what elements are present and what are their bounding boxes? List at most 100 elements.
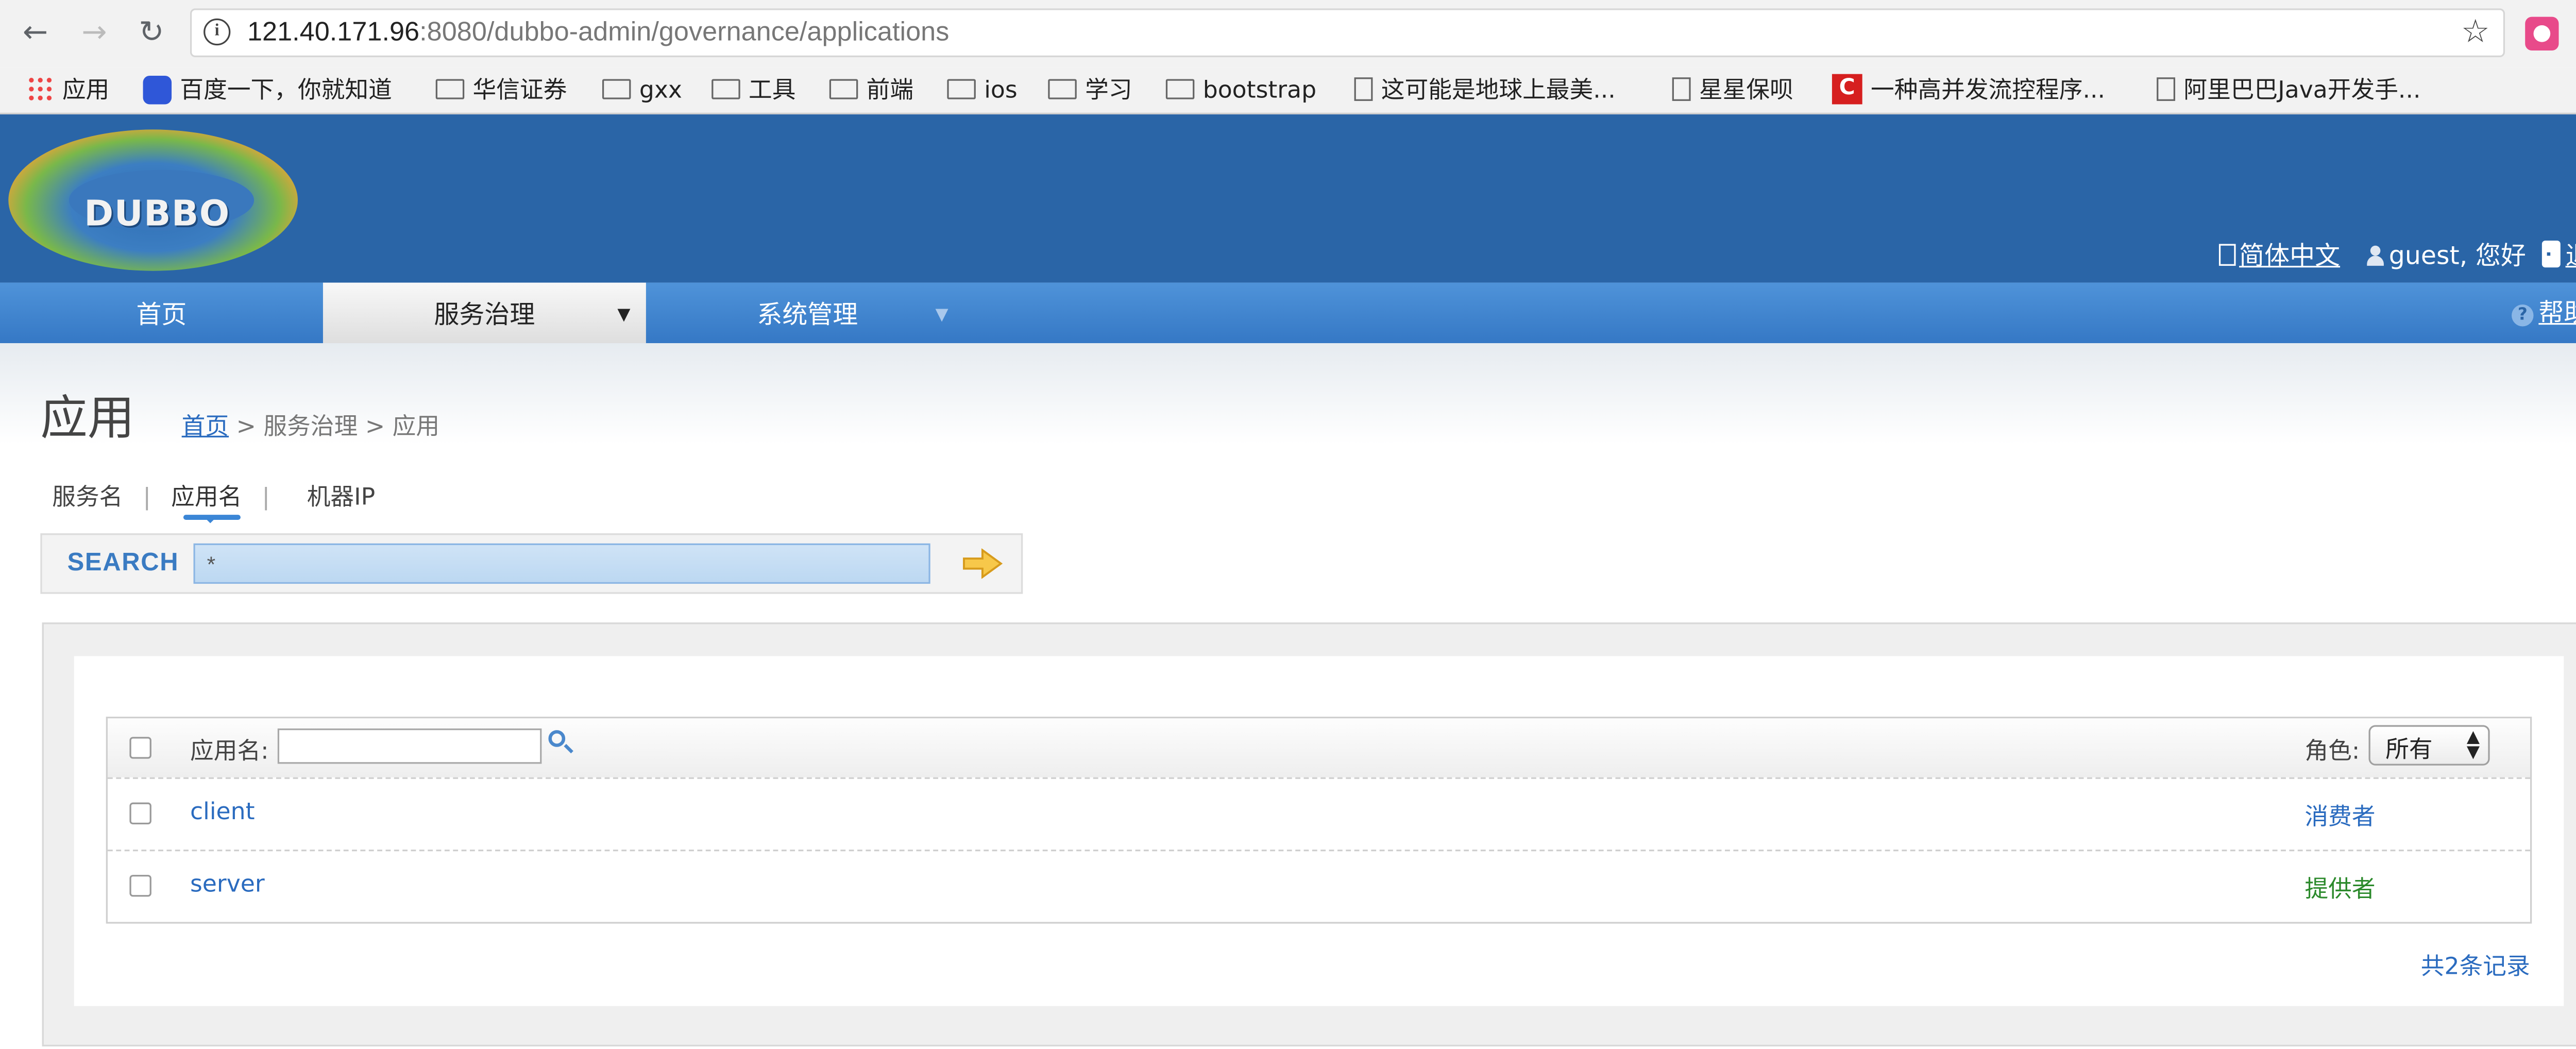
nav-governance[interactable]: 服务治理 ▼ (323, 282, 646, 344)
bookmark-label: gxx (639, 77, 682, 105)
address-bar[interactable]: i 121.40.171.96:8080/dubbo-admin/governa… (190, 8, 2505, 58)
bookmark-page-2[interactable]: 星星保呗 (1672, 74, 1793, 108)
bookmark-label: 学习 (1085, 77, 1132, 105)
c-logo-icon: C (1832, 74, 1862, 105)
page-icon (1354, 77, 1373, 101)
bookmark-folder-gxx[interactable]: gxx (602, 74, 682, 108)
select-arrows-icon: ▲ ▼ (2466, 728, 2480, 763)
bookmark-label: bootstrap (1202, 77, 1317, 105)
bookmark-folder-tools[interactable]: 工具 (711, 74, 795, 108)
role-select[interactable]: 所有 ▲ ▼ (2368, 725, 2490, 766)
logout-text[interactable]: 退出 (2566, 241, 2576, 271)
row-checkbox[interactable] (129, 874, 151, 897)
role-value: 消费者 (2304, 804, 2376, 832)
tab-ip[interactable]: 机器IP (307, 484, 375, 511)
bookmark-label: 应用 (62, 77, 110, 105)
bookmark-label: 这可能是地球上最美... (1381, 77, 1616, 105)
logout-link[interactable]: 退出 (2541, 237, 2576, 273)
bookmark-folder-study[interactable]: 学习 (1048, 74, 1132, 108)
bookmark-folder-bootstrap[interactable]: bootstrap (1165, 74, 1317, 108)
document-icon (2218, 244, 2236, 266)
greeting-text: guest, 您好 (2388, 240, 2526, 271)
applications-table: 应用名: 角色: 所有 ▲ ▼ client 消费者 server 提供者 (106, 717, 2532, 924)
dropdown-caret-icon: ▼ (617, 306, 631, 325)
bookmark-label: 百度一下，你就知道 (180, 77, 392, 105)
search-go-arrow-icon[interactable] (962, 548, 1003, 579)
help-icon: ? (2512, 304, 2534, 327)
bookmark-star-icon[interactable]: ☆ (2461, 13, 2490, 50)
dubbo-logo: DUBBO (8, 129, 298, 271)
address-url[interactable]: 121.40.171.96:8080/dubbo-admin/governanc… (247, 19, 949, 49)
nav-governance-label: 服务治理 (434, 299, 535, 330)
bookmark-baidu[interactable]: 百度一下，你就知道 (143, 74, 392, 108)
bookmark-label: 阿里巴巴Java开发手... (2183, 77, 2421, 105)
help-link[interactable]: ?帮助 (2512, 283, 2576, 344)
page-title: 应用 (40, 390, 135, 446)
bookmark-folder-huaxin[interactable]: 华信证券 (435, 74, 567, 108)
bookmark-apps[interactable]: 应用 (27, 74, 109, 108)
folder-icon (947, 79, 976, 99)
folder-icon (1165, 79, 1195, 99)
forward-arrow-icon[interactable]: → (76, 15, 113, 52)
tab-separator: | (262, 484, 270, 512)
breadcrumb-home[interactable]: 首页 (182, 414, 229, 441)
user-icon (2367, 245, 2384, 266)
extension-icon[interactable] (2525, 16, 2559, 50)
total-records: 共2条记录 (2420, 954, 2530, 981)
bookmark-folder-ios[interactable]: ios (947, 74, 1018, 108)
bookmark-page-4[interactable]: 阿里巴巴Java开发手... (2157, 74, 2421, 108)
folder-icon (829, 79, 858, 99)
url-path: :8080/dubbo-admin/governance/application… (419, 18, 950, 47)
bookmark-folder-frontend[interactable]: 前端 (829, 74, 913, 108)
dropdown-caret-icon: ▼ (935, 306, 948, 325)
main-nav: 首页 服务治理 ▼ 系统管理 ▼ ?帮助 (0, 282, 2576, 344)
app-name-link[interactable]: server (190, 871, 265, 898)
reload-icon[interactable]: ↻ (133, 15, 170, 52)
bookmark-label: 一种高并发流控程序... (1871, 77, 2106, 105)
select-all-checkbox[interactable] (129, 737, 151, 759)
breadcrumb: 首页 > 服务治理 > 应用 (182, 409, 439, 442)
user-greeting: guest, 您好 (2367, 237, 2526, 273)
breadcrumb-rest: > 服务治理 > 应用 (229, 414, 440, 441)
bookmark-label: 工具 (749, 77, 796, 105)
role-value: 提供者 (2304, 876, 2376, 904)
browser-toolbar: ← → ↻ i 121.40.171.96:8080/dubbo-admin/g… (0, 0, 2576, 67)
table-row: client 消费者 (107, 779, 2531, 852)
app-name-filter-label: 应用名: (190, 738, 269, 766)
search-icon[interactable] (548, 730, 566, 747)
nav-system[interactable]: 系统管理 ▼ (646, 283, 969, 344)
help-text[interactable]: 帮助 (2538, 298, 2576, 328)
table-header: 应用名: 角色: 所有 ▲ ▼ (107, 718, 2531, 779)
logo-text: DUBBO (84, 193, 230, 234)
baidu-icon (143, 75, 172, 104)
back-arrow-icon[interactable]: ← (17, 15, 54, 52)
language-link-text[interactable]: 简体中文 (2239, 241, 2340, 271)
bookmark-label: 华信证券 (472, 77, 567, 105)
search-input[interactable] (193, 543, 930, 584)
page-icon (2157, 77, 2176, 101)
app-name-link[interactable]: client (190, 799, 255, 826)
row-checkbox[interactable] (129, 802, 151, 824)
app-name-filter-input[interactable] (277, 728, 542, 764)
nav-home[interactable]: 首页 (0, 283, 323, 344)
tab-separator: | (143, 484, 151, 512)
search-type-tabs: 服务名 | 应用名 | 机器IP (52, 480, 375, 513)
role-filter-label: 角色: (2304, 738, 2360, 766)
bookmark-page-3[interactable]: C 一种高并发流控程序... (1832, 74, 2105, 108)
folder-icon (602, 79, 631, 99)
folder-icon (435, 79, 465, 99)
active-tab-caret (205, 518, 215, 523)
bookmark-label: 星星保呗 (1699, 77, 1793, 105)
bookmark-label: ios (984, 77, 1018, 105)
info-icon[interactable]: i (204, 18, 231, 46)
language-link[interactable]: 简体中文 (2218, 237, 2340, 273)
bookmark-page-1[interactable]: 这可能是地球上最美... (1354, 74, 1616, 108)
url-host: 121.40.171.96 (247, 18, 420, 47)
search-label: SEARCH (67, 548, 179, 577)
tab-service[interactable]: 服务名 (52, 484, 123, 511)
tab-application[interactable]: 应用名 (171, 484, 242, 511)
app-header: DUBBO (0, 114, 2576, 283)
apps-grid-icon (27, 75, 54, 103)
nav-system-label: 系统管理 (757, 299, 858, 330)
search-bar: SEARCH (40, 533, 1023, 594)
